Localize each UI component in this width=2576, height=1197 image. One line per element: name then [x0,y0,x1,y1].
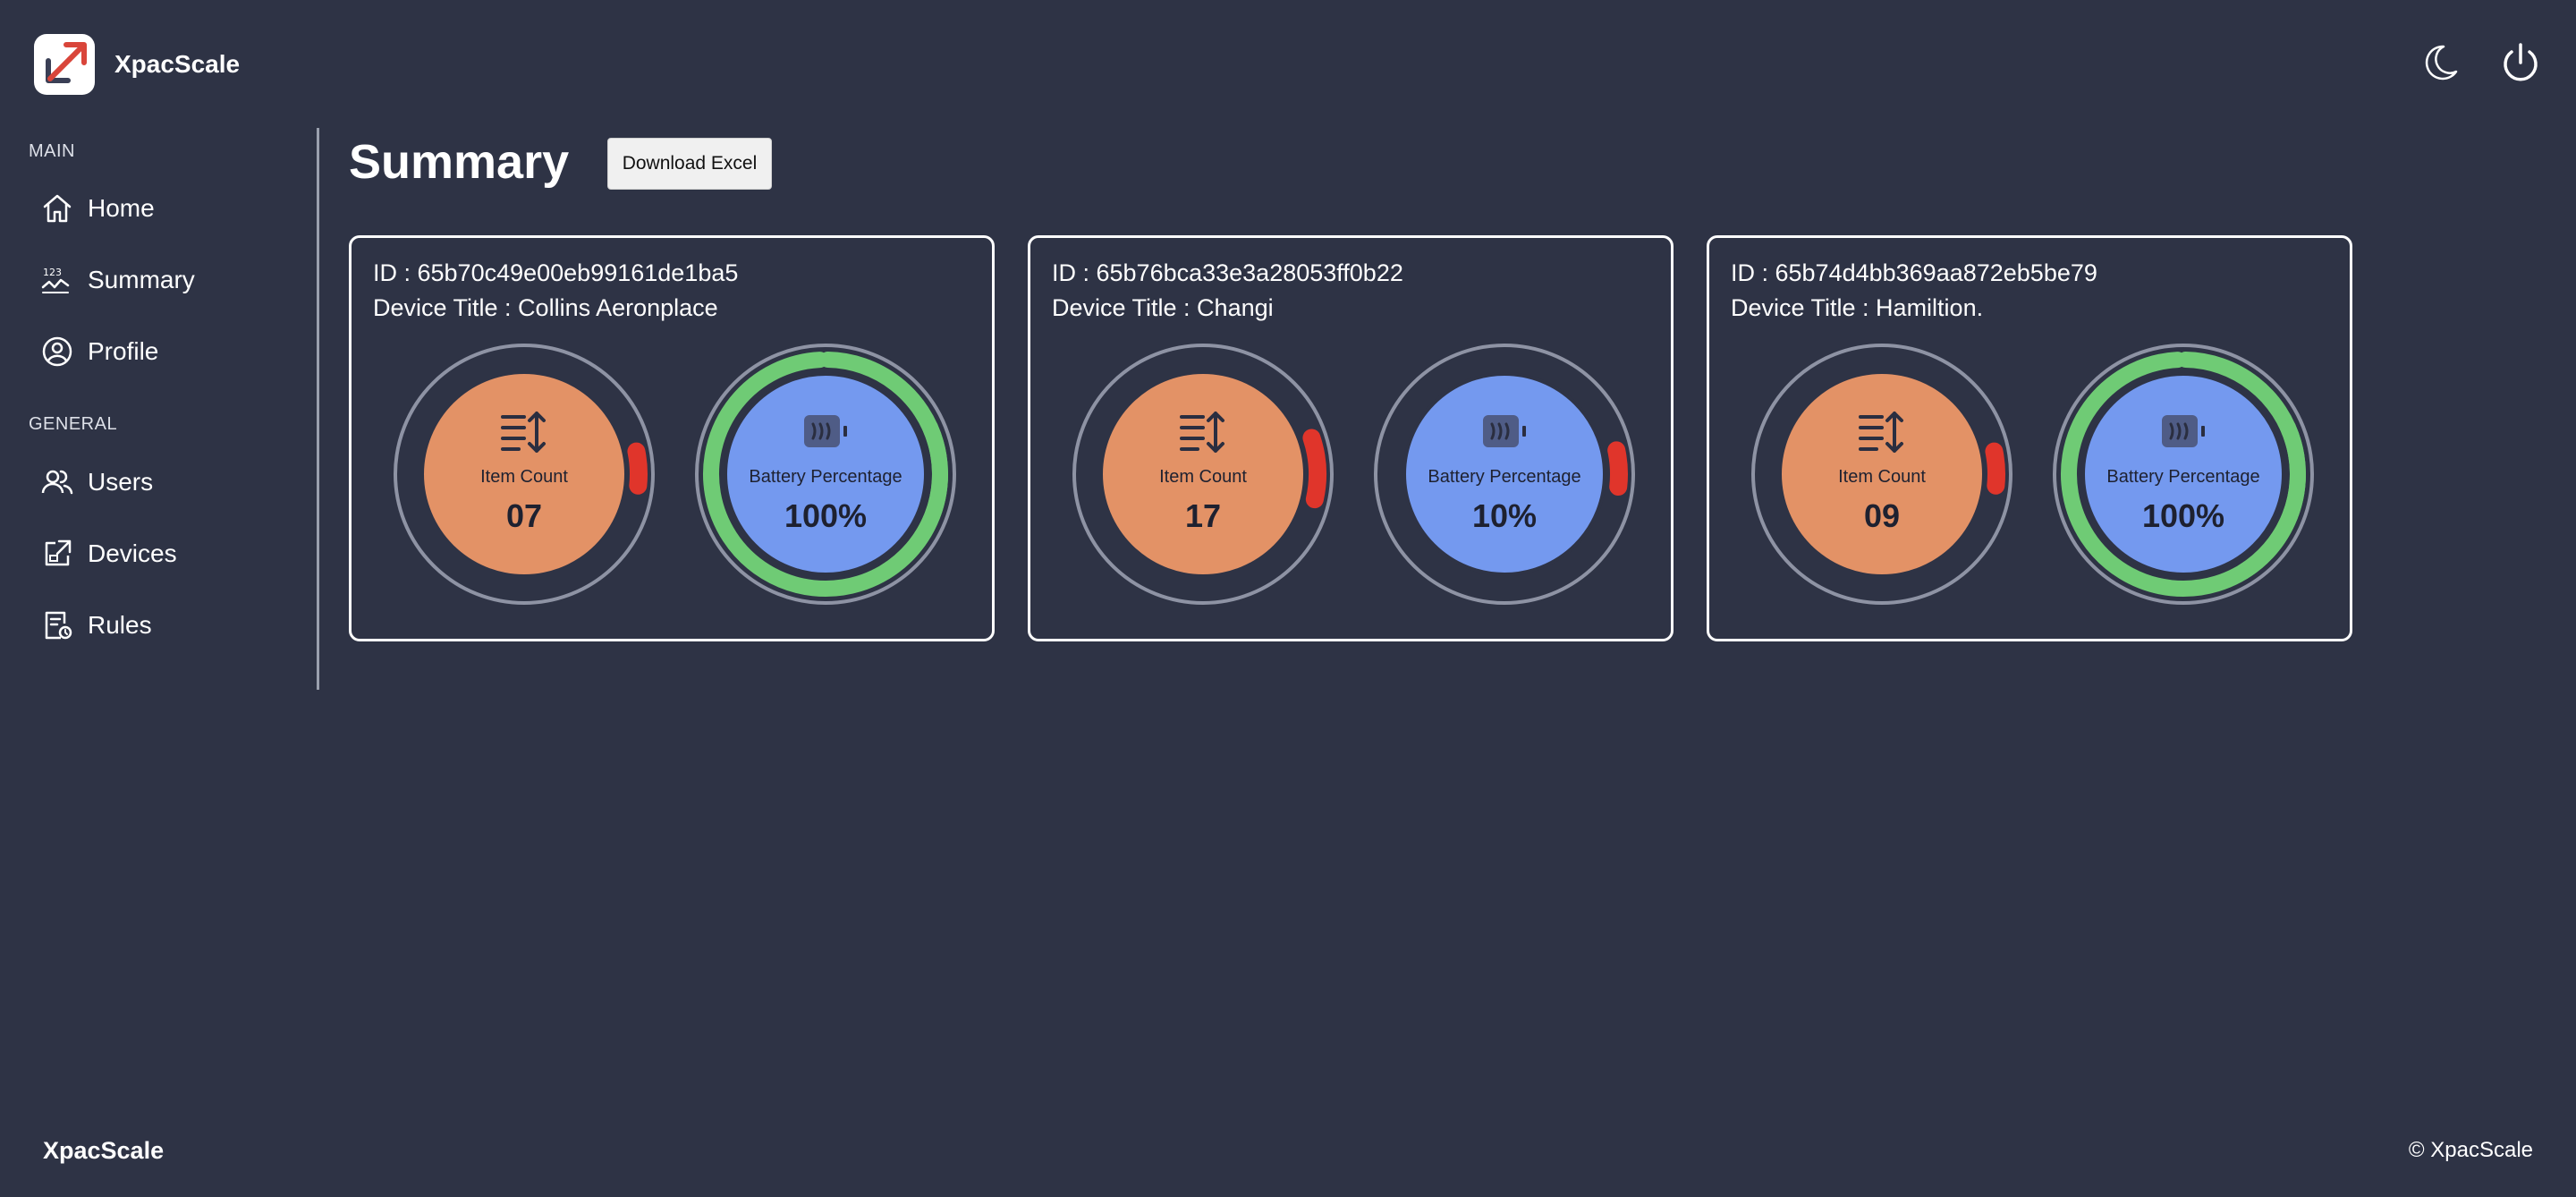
sidebar-item-profile[interactable]: Profile [39,325,299,378]
gauge-label: Battery Percentage [749,467,902,487]
sidebar-item-label: Profile [88,337,159,365]
gauge-label: Battery Percentage [2106,467,2260,487]
device-id: ID : 65b74d4bb369aa872eb5be79 [1731,259,2097,286]
gauge-value: 10% [1471,497,1538,534]
gauge-value: 17 [1184,497,1222,534]
sidebar-item-label: Rules [88,611,152,639]
moon-icon[interactable] [2417,39,2463,86]
gauge-label: Item Count [480,467,568,487]
device-title: Device Title : Hamiltion. [1731,294,1984,321]
gauge-label: Battery Percentage [1428,467,1581,487]
battery-icon [799,406,852,456]
item-count-gauge: Item Count 17 [1072,344,1334,605]
device-id: ID : 65b76bca33e3a28053ff0b22 [1052,259,1403,286]
battery-gauge: Battery Percentage 100% [695,344,956,605]
device-title: Device Title : Changi [1052,294,1274,321]
device-title: Device Title : Collins Aeronplace [373,294,718,321]
sort-list-icon [1176,406,1230,456]
sort-list-icon [497,406,551,456]
sidebar-item-home[interactable]: Home [39,182,299,235]
gauge-label: Item Count [1159,467,1247,487]
sidebar-item-label: Users [88,468,154,496]
gauge-value: 07 [505,497,543,534]
battery-icon [2157,406,2210,456]
device-id: ID : 65b70c49e00eb99161de1ba5 [373,259,739,286]
gauge-value: 09 [1863,497,1901,534]
sidebar-item-rules[interactable]: Rules [39,598,299,652]
sidebar-section-general: GENERAL [29,414,118,434]
svg-text:123: 123 [43,267,62,278]
page-title: Summary [349,135,570,189]
numbers-chart-icon: 123 [41,267,70,293]
sidebar-item-summary[interactable]: 123 Summary [39,253,299,307]
home-icon [43,194,72,223]
battery-gauge: Battery Percentage 10% [1374,344,1635,605]
battery-icon [1478,406,1531,456]
devices-icon [45,539,72,566]
sidebar-item-label: Devices [88,539,177,567]
sidebar-section-main: MAIN [29,141,75,161]
sidebar-item-devices[interactable]: Devices [39,527,299,581]
gauge-value: 100% [784,497,868,534]
device-card: ID : 65b74d4bb369aa872eb5be79 Device Tit… [1707,235,2352,641]
download-excel-button[interactable]: Download Excel [607,138,772,190]
user-circle-icon [42,336,72,367]
battery-gauge: Battery Percentage 100% [2053,344,2314,605]
sidebar-item-label: Summary [88,266,195,293]
device-card: ID : 65b76bca33e3a28053ff0b22 Device Tit… [1028,235,1674,641]
sidebar-item-users[interactable]: Users [39,455,299,509]
footer-brand: XpacScale [43,1137,165,1164]
users-icon [41,470,73,495]
app-brand: XpacScale [114,50,241,78]
sort-list-icon [1855,406,1909,456]
device-card: ID : 65b70c49e00eb99161de1ba5 Device Tit… [349,235,995,641]
rules-icon [45,611,72,640]
item-count-gauge: Item Count 09 [1751,344,2012,605]
footer-copyright: © XpacScale [2408,1138,2533,1162]
power-icon[interactable] [2497,39,2544,86]
item-count-gauge: Item Count 07 [394,344,655,605]
sidebar-item-label: Home [88,194,155,222]
gauge-value: 100% [2141,497,2225,534]
gauge-label: Item Count [1838,467,1926,487]
app-logo[interactable] [34,34,95,95]
sidebar-divider [317,128,319,690]
